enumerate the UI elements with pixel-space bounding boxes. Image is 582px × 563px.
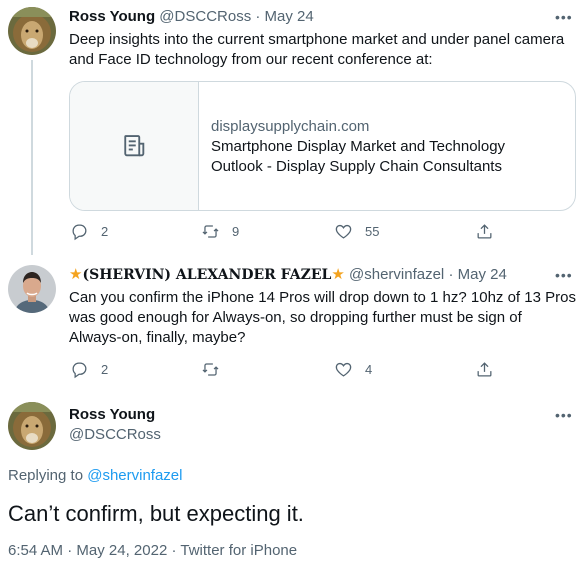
link-card-title: Smartphone Display Market and Technology — [211, 138, 506, 155]
author-handle[interactable]: @shervinfazel — [349, 266, 444, 283]
author-name[interactable]: (SHERVIN) ALEXANDER FAZEL — [82, 267, 331, 283]
reply-count: 2 — [101, 362, 109, 377]
separator-dot: · — [171, 542, 177, 559]
reply-count: 2 — [101, 224, 109, 239]
tweet-metadata: 6:54 AM · May 24, 2022 · Twitter for iPh… — [8, 541, 297, 561]
star-icon: ★ — [69, 266, 83, 283]
tweet1-header: Ross Young @DSCCRoss · May 24 — [69, 7, 314, 27]
retweet-icon — [202, 363, 219, 376]
author-handle[interactable]: @DSCCRoss — [69, 425, 161, 445]
separator-dot: · — [67, 542, 73, 559]
like-button[interactable]: 4 — [334, 360, 372, 379]
replying-to: Replying to @shervinfazel — [8, 466, 183, 486]
main-tweet-text: Can’t confirm, but expecting it. — [8, 501, 304, 526]
more-options-icon[interactable]: ••• — [555, 9, 573, 25]
share-icon — [477, 224, 492, 239]
reply-button[interactable]: 2 — [70, 360, 108, 379]
reply-button[interactable]: 2 — [70, 222, 108, 241]
heart-icon — [335, 362, 352, 377]
retweet-button[interactable]: 9 — [201, 222, 239, 241]
author-handle[interactable]: @DSCCRoss — [159, 8, 251, 25]
tweet-full-date[interactable]: May 24, 2022 — [76, 542, 167, 559]
reply-icon — [72, 224, 87, 241]
share-icon — [477, 362, 492, 377]
avatar-ross-young[interactable] — [8, 402, 56, 450]
like-count: 4 — [365, 362, 373, 377]
heart-icon — [335, 224, 352, 239]
like-count: 55 — [365, 224, 380, 239]
tweet-text-line: Always-on, finally, maybe? — [69, 329, 246, 346]
tweet-text-line: Deep insights into the current smartphon… — [69, 31, 565, 48]
thread-line — [31, 60, 33, 255]
retweet-count: 9 — [232, 224, 240, 239]
author-name[interactable]: Ross Young — [69, 405, 155, 425]
link-card-domain: displaysupplychain.com — [211, 118, 370, 135]
more-options-icon[interactable]: ••• — [555, 267, 573, 283]
author-name[interactable]: Ross Young — [69, 8, 155, 25]
tweet-text-line: and Face ID technology from our recent c… — [69, 51, 433, 68]
retweet-icon — [202, 225, 219, 238]
separator-dot: · — [448, 266, 454, 283]
link-card[interactable]: displaysupplychain.com Smartphone Displa… — [69, 81, 576, 211]
like-button[interactable]: 55 — [334, 222, 379, 241]
share-button[interactable] — [475, 222, 494, 241]
reply-icon — [72, 362, 87, 379]
retweet-button[interactable] — [201, 360, 232, 379]
link-card-title: Outlook - Display Supply Chain Consultan… — [211, 158, 502, 175]
tweet-text-line: was good enough for Always-on, so droppi… — [69, 309, 522, 326]
avatar-ross-young[interactable] — [8, 7, 56, 55]
star-icon: ★ — [331, 266, 345, 283]
share-button[interactable] — [475, 360, 494, 379]
avatar-shervin-fazel[interactable] — [8, 265, 56, 313]
tweet-source[interactable]: Twitter for iPhone — [180, 542, 297, 559]
tweet2-header: ★(SHERVIN) ALEXANDER FAZEL★ @shervinfaze… — [69, 265, 507, 285]
link-card-media — [70, 82, 199, 210]
tweet-time[interactable]: 6:54 AM — [8, 542, 63, 559]
replying-to-handle[interactable]: @shervinfazel — [87, 467, 182, 484]
document-icon — [124, 135, 145, 157]
separator-dot: · — [255, 8, 261, 25]
tweet-text-line: Can you confirm the iPhone 14 Pros will … — [69, 289, 576, 306]
tweet-date[interactable]: May 24 — [265, 8, 314, 25]
tweet-date[interactable]: May 24 — [458, 266, 507, 283]
more-options-icon[interactable]: ••• — [555, 407, 573, 423]
replying-to-label: Replying to — [8, 467, 84, 484]
